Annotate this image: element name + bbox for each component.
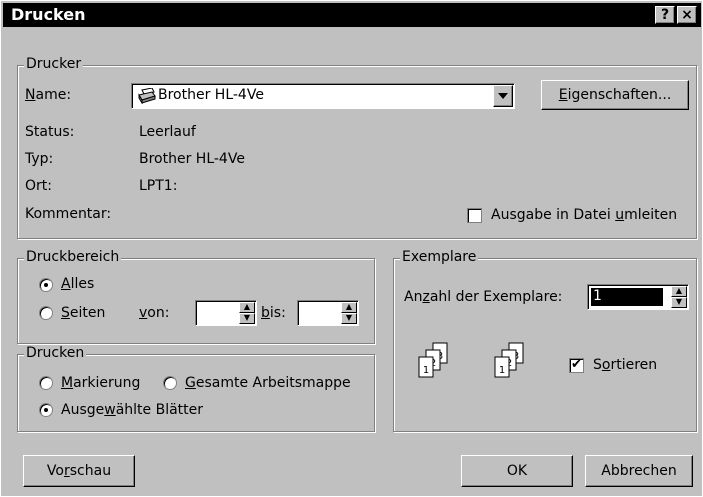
printer-selected-value: Brother HL-4Ve xyxy=(158,87,264,103)
spin-down-icon[interactable]: ▼ xyxy=(239,313,255,324)
selection-label[interactable]: Markierung xyxy=(61,375,140,391)
copies-count-spinner[interactable]: 1 ▲ ▼ xyxy=(587,284,689,310)
ort-value: LPT1: xyxy=(139,178,178,194)
range-all-radio[interactable] xyxy=(39,278,53,292)
svg-text:1: 1 xyxy=(499,365,505,376)
spin-up-icon[interactable]: ▲ xyxy=(671,286,687,297)
ok-button[interactable]: OK xyxy=(461,455,573,487)
dialog-title: Drucken xyxy=(11,5,86,24)
print-to-file-label[interactable]: Ausgabe in Datei umleiten xyxy=(491,207,677,223)
spin-down-icon[interactable]: ▼ xyxy=(671,297,687,308)
status-label: Status: xyxy=(25,124,75,140)
to-page-spin-buttons[interactable]: ▲ ▼ xyxy=(341,302,357,324)
to-label: bis: xyxy=(261,305,286,321)
printer-icon xyxy=(138,88,156,104)
printer-group-legend: Drucker xyxy=(24,56,84,72)
print-what-legend: Drucken xyxy=(24,345,87,361)
selected-sheets-label[interactable]: Ausgewählte Blätter xyxy=(61,402,203,418)
print-range-legend: Druckbereich xyxy=(24,249,122,265)
from-page-spin-buttons[interactable]: ▲ ▼ xyxy=(239,302,255,324)
collate-label[interactable]: Sortieren xyxy=(593,357,657,373)
ort-label: Ort: xyxy=(25,178,52,194)
copies-spin-buttons[interactable]: ▲ ▼ xyxy=(671,286,687,308)
printer-dropdown-button[interactable] xyxy=(493,85,513,107)
range-all-label[interactable]: Alles xyxy=(61,276,94,292)
copies-count-value[interactable]: 1 xyxy=(591,288,663,306)
from-page-spinner[interactable]: ▲ ▼ xyxy=(195,300,257,326)
chevron-down-icon xyxy=(498,93,508,99)
range-pages-label[interactable]: Seiten xyxy=(61,305,105,321)
selected-sheets-radio[interactable] xyxy=(39,403,53,417)
status-value: Leerlauf xyxy=(139,124,196,140)
title-bar: Drucken ? × xyxy=(3,3,701,27)
svg-text:1: 1 xyxy=(423,365,429,376)
spin-up-icon[interactable]: ▲ xyxy=(341,302,357,313)
selection-radio[interactable] xyxy=(39,376,53,390)
typ-value: Brother HL-4Ve xyxy=(139,151,245,167)
printer-select[interactable]: Brother HL-4Ve xyxy=(131,83,515,109)
collated-copies-icon: 3 2 1 xyxy=(418,342,448,378)
cancel-button[interactable]: Abbrechen xyxy=(585,455,693,487)
name-label: Name: xyxy=(25,87,72,103)
range-pages-radio[interactable] xyxy=(39,306,53,320)
spin-down-icon[interactable]: ▼ xyxy=(341,313,357,324)
entire-workbook-label[interactable]: Gesamte Arbeitsmappe xyxy=(185,375,351,391)
collate-checkbox[interactable]: ✔ xyxy=(569,358,584,373)
collated-copies-icon-2: 3 2 1 xyxy=(494,342,524,378)
print-what-group: Drucken xyxy=(17,345,375,432)
spin-up-icon[interactable]: ▲ xyxy=(239,302,255,313)
copies-legend: Exemplare xyxy=(400,249,479,265)
copies-count-label: Anzahl der Exemplare: xyxy=(404,289,563,305)
to-page-spinner[interactable]: ▲ ▼ xyxy=(297,300,359,326)
typ-label: Typ: xyxy=(25,151,54,167)
properties-button[interactable]: Eigenschaften... xyxy=(541,80,689,110)
print-dialog: Drucken ? × Drucker Name: Brother HL-4Ve… xyxy=(0,0,703,497)
entire-workbook-radio[interactable] xyxy=(163,376,177,390)
preview-button[interactable]: Vorschau xyxy=(23,455,135,487)
close-button[interactable]: × xyxy=(677,6,697,24)
kommentar-label: Kommentar: xyxy=(25,206,112,222)
from-label: von: xyxy=(139,305,170,321)
print-to-file-checkbox[interactable] xyxy=(467,208,482,223)
help-button[interactable]: ? xyxy=(655,6,675,24)
